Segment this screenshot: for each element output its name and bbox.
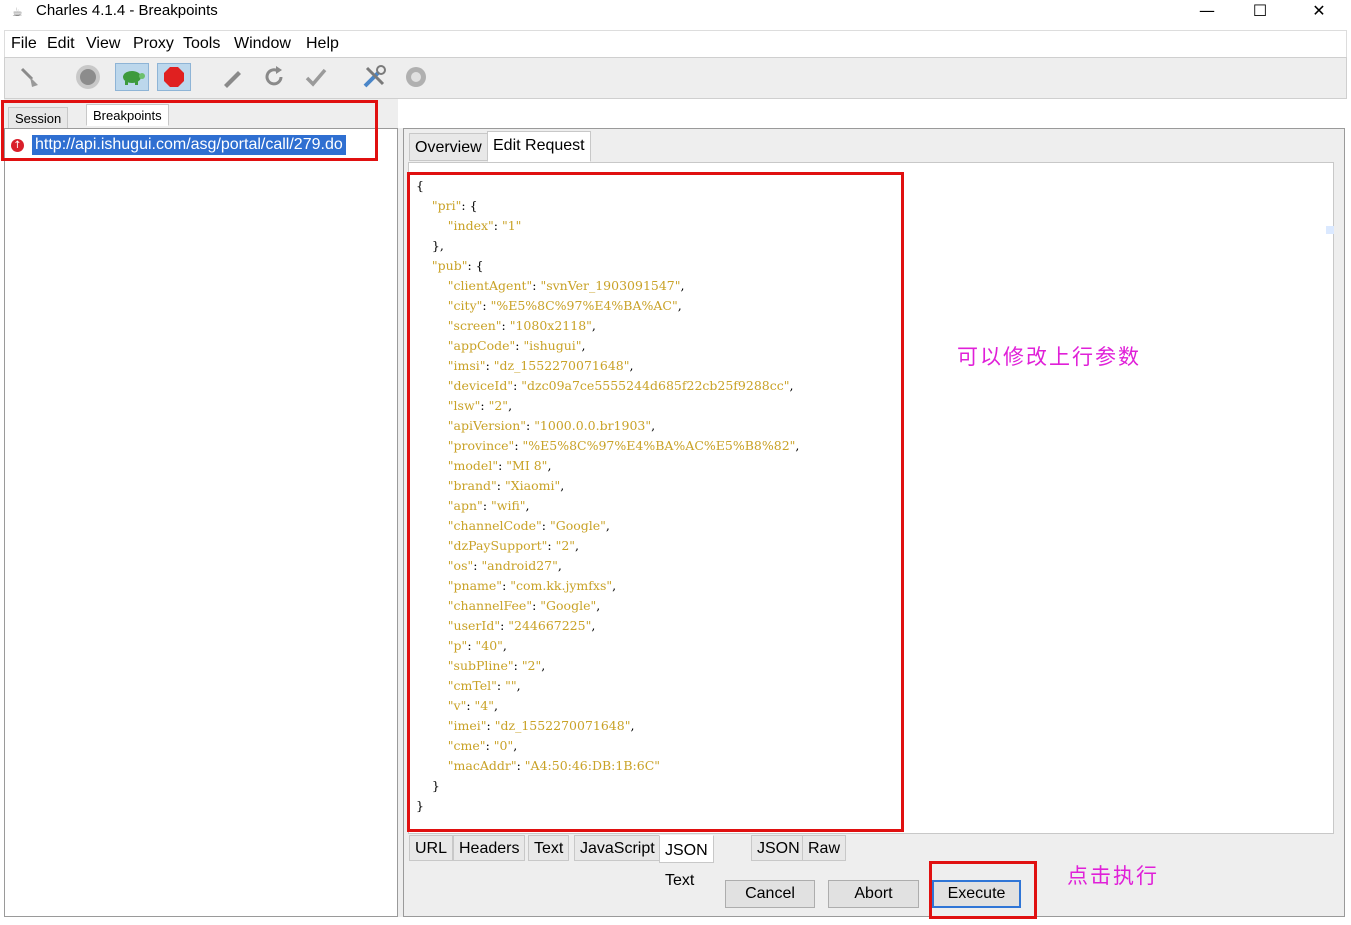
close-button[interactable]: ✕ xyxy=(1296,0,1342,26)
settings-gear-icon[interactable] xyxy=(401,63,431,91)
menu-view[interactable]: View xyxy=(86,35,120,53)
tools-icon[interactable] xyxy=(359,63,389,91)
tab-text[interactable]: Text xyxy=(528,835,570,861)
annotation-box-breakpoint xyxy=(1,100,378,161)
repeat-icon[interactable] xyxy=(259,63,289,91)
menu-proxy[interactable]: Proxy xyxy=(133,35,174,53)
validate-check-icon[interactable] xyxy=(301,63,331,91)
menu-tools[interactable]: Tools xyxy=(183,35,220,53)
throttle-turtle-icon[interactable] xyxy=(115,63,149,91)
tab-url[interactable]: URL xyxy=(409,835,454,861)
breakpoint-list: ↑ http://api.ishugui.com/asg/portal/call… xyxy=(4,128,398,917)
menu-bar: File Edit View Proxy Tools Window Help xyxy=(4,30,1347,57)
annotation-box-execute xyxy=(929,861,1037,919)
record-icon[interactable] xyxy=(73,63,103,91)
window-bottom-edge xyxy=(0,920,1351,925)
window-title: Charles 4.1.4 - Breakpoints xyxy=(36,2,218,19)
tab-json[interactable]: JSON xyxy=(751,835,806,861)
menu-file[interactable]: File xyxy=(11,35,37,53)
cancel-button[interactable]: Cancel xyxy=(725,880,815,908)
minimize-button[interactable]: — xyxy=(1184,0,1230,26)
tab-edit-request[interactable]: Edit Request xyxy=(487,131,591,162)
tab-headers[interactable]: Headers xyxy=(453,835,526,861)
compose-pen-icon[interactable] xyxy=(217,63,247,91)
tab-javascript[interactable]: JavaScript xyxy=(574,835,661,861)
charles-app-icon: ☕ xyxy=(12,5,23,19)
maximize-button[interactable]: ☐ xyxy=(1237,0,1283,26)
broom-icon[interactable] xyxy=(15,63,45,91)
menu-edit[interactable]: Edit xyxy=(47,35,75,53)
tab-overview[interactable]: Overview xyxy=(409,133,488,161)
tab-json-text[interactable]: JSON Text xyxy=(659,835,714,889)
title-bar: ☕ Charles 4.1.4 - Breakpoints — ☐ ✕ xyxy=(0,0,1351,28)
breakpoints-stop-icon[interactable] xyxy=(157,63,191,91)
menu-window[interactable]: Window xyxy=(234,35,291,53)
menu-help[interactable]: Help xyxy=(306,35,339,53)
toolbar xyxy=(4,57,1347,99)
abort-button[interactable]: Abort xyxy=(828,880,919,908)
scroll-corner xyxy=(1326,226,1334,234)
tab-raw[interactable]: Raw xyxy=(802,835,847,861)
annotation-edit-params: 可以修改上行参数 xyxy=(957,345,1141,369)
annotation-click-execute: 点击执行 xyxy=(1067,864,1159,888)
annotation-box-json xyxy=(407,172,904,832)
